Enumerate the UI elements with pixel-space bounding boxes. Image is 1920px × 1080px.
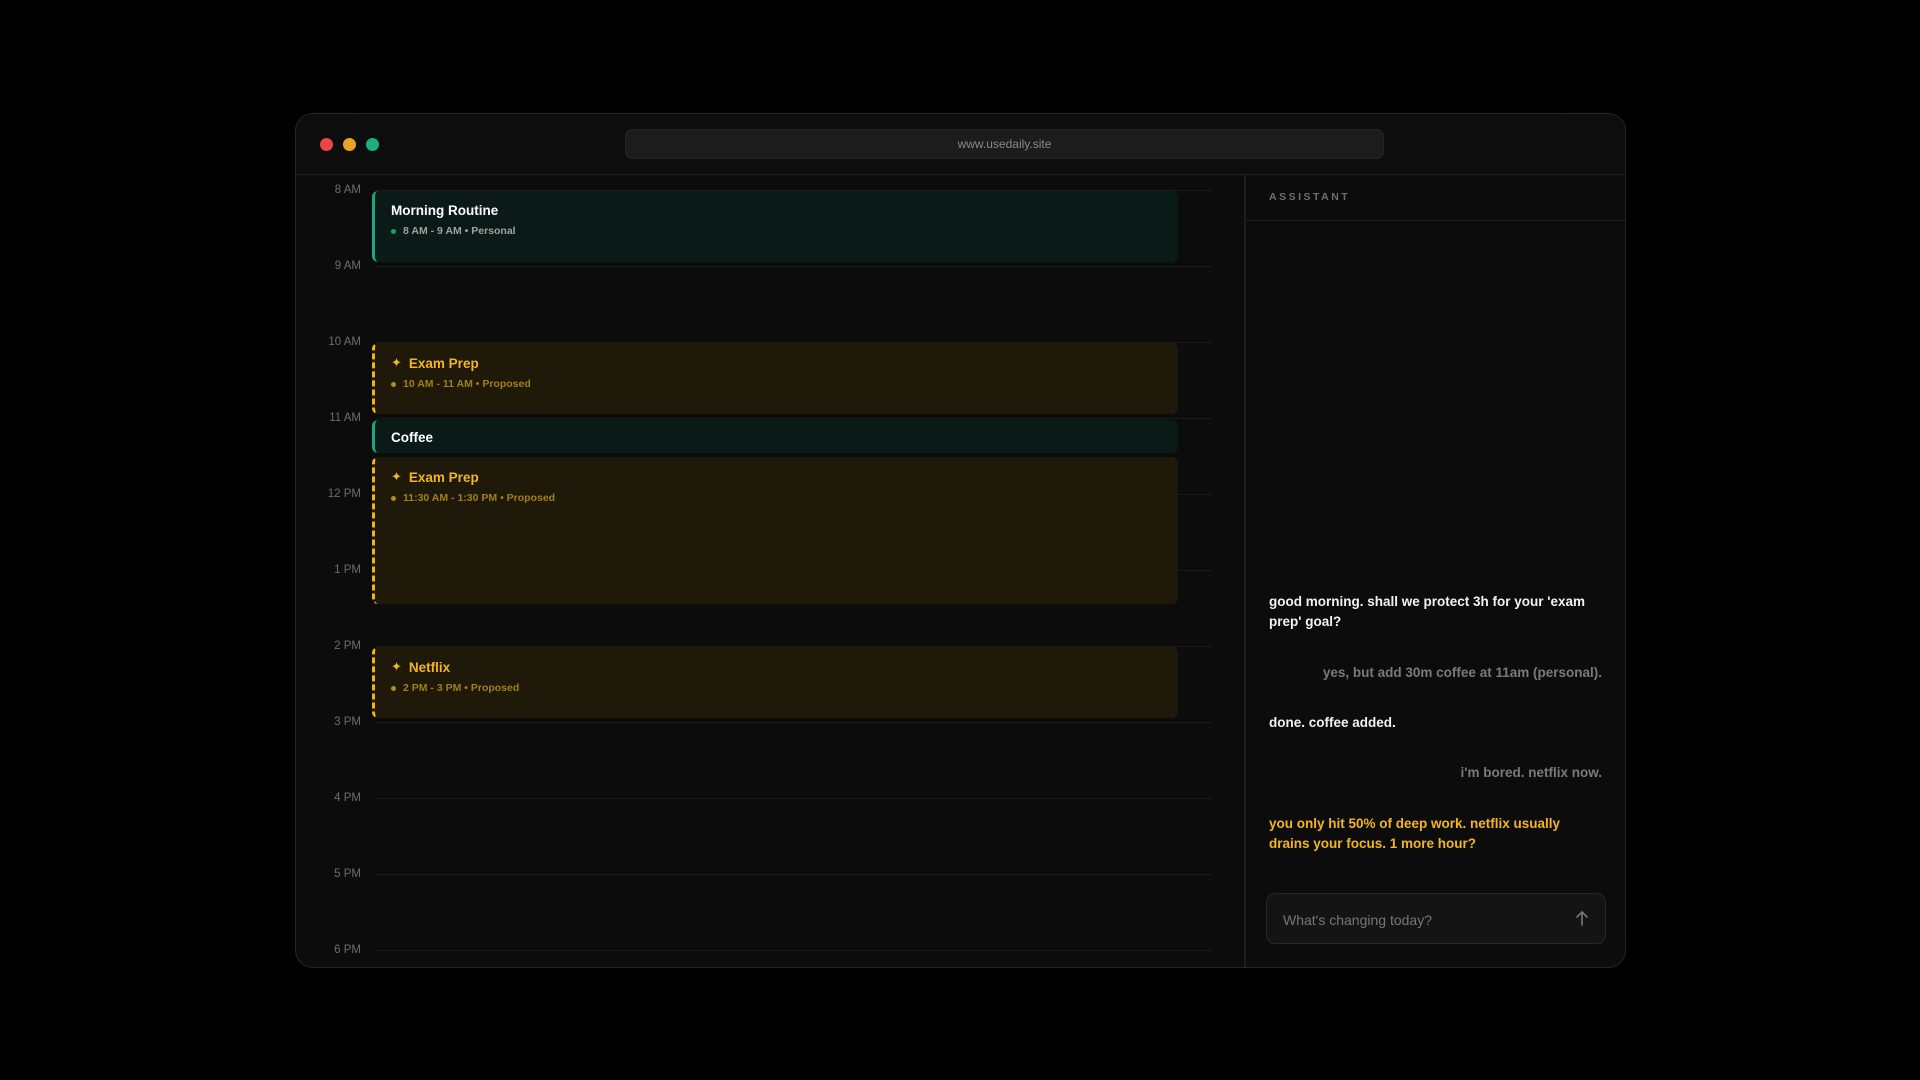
hour-label: 9 AM xyxy=(334,260,361,272)
hour-label: 10 AM xyxy=(328,336,361,348)
hour-row: 6 PM xyxy=(296,944,1244,967)
status-dot xyxy=(391,685,396,691)
hour-gridline xyxy=(376,874,1212,875)
event-netflix-proposed[interactable]: ✦ Netflix 2 PM - 3 PM • Proposed xyxy=(372,647,1178,718)
hour-label: 3 PM xyxy=(334,716,361,728)
minimize-window-button[interactable] xyxy=(343,138,356,151)
assistant-warning-message: you only hit 50% of deep work. netflix u… xyxy=(1269,816,1561,851)
hour-label: 2 PM xyxy=(334,640,361,652)
address-bar[interactable]: www.usedaily.site xyxy=(625,129,1384,159)
status-dot xyxy=(391,228,396,234)
event-time: 10 AM - 11 AM • Proposed xyxy=(403,378,531,390)
assistant-message: done. coffee added. xyxy=(1269,715,1396,730)
hour-label: 11 AM xyxy=(329,412,361,424)
event-title: Morning Routine xyxy=(391,203,499,218)
event-title: Exam Prep xyxy=(408,469,479,485)
hour-row: 4 PM xyxy=(296,792,1244,874)
status-dot xyxy=(391,495,396,501)
hour-label: 5 PM xyxy=(334,868,361,880)
sparkle-icon: ✦ xyxy=(391,659,402,674)
hour-gridline xyxy=(376,418,1212,419)
send-button[interactable] xyxy=(1571,907,1593,929)
hour-gridline xyxy=(376,266,1212,267)
event-title: Netflix xyxy=(408,659,451,675)
assistant-message: good morning. shall we protect 3h for yo… xyxy=(1269,594,1586,629)
chat-input-box xyxy=(1266,893,1606,945)
event-morning-routine[interactable]: Morning Routine 8 AM - 9 AM • Personal xyxy=(372,191,1178,262)
event-title-row: ✦ Exam Prep xyxy=(391,355,1162,371)
event-title-row: ✦ Netflix xyxy=(391,659,1162,675)
event-exam-prep-proposed[interactable]: ✦ Exam Prep 10 AM - 11 AM • Proposed xyxy=(372,343,1178,414)
hour-gridline xyxy=(376,798,1212,799)
hour-label: 6 PM xyxy=(334,944,361,956)
event-title-row: ✦ Exam Prep xyxy=(391,469,1162,485)
day-calendar: 8 AM 9 AM 10 AM 11 AM 12 PM 1 PM 2 PM 3 xyxy=(296,175,1244,967)
event-meta: 11:30 AM - 1:30 PM • Proposed xyxy=(391,492,1162,504)
user-message: yes, but add 30m coffee at 11am (persona… xyxy=(1322,665,1602,680)
hour-row: 5 PM xyxy=(296,868,1244,950)
hour-gridline xyxy=(376,950,1212,951)
status-dot xyxy=(391,381,396,387)
event-meta: 10 AM - 11 AM • Proposed xyxy=(391,378,1162,390)
hour-label: 4 PM xyxy=(334,792,361,804)
hour-gridline xyxy=(376,722,1212,723)
assistant-header: ASSISTANT xyxy=(1246,175,1625,221)
browser-window: www.usedaily.site 8 AM 9 AM 10 AM 11 AM … xyxy=(295,113,1626,968)
event-coffee[interactable]: Coffee xyxy=(372,420,1178,453)
chat-input[interactable] xyxy=(1281,894,1555,945)
event-meta: 8 AM - 9 AM • Personal xyxy=(391,225,1162,237)
hour-label: 12 PM xyxy=(327,488,361,500)
hour-label: 8 AM xyxy=(334,184,361,196)
sparkle-icon: ✦ xyxy=(391,469,402,484)
event-exam-prep-proposed[interactable]: ✦ Exam Prep 11:30 AM - 1:30 PM • Propose… xyxy=(372,457,1178,604)
event-title: Exam Prep xyxy=(408,355,479,371)
maximize-window-button[interactable] xyxy=(366,138,379,151)
browser-titlebar: www.usedaily.site xyxy=(296,114,1625,175)
sparkle-icon: ✦ xyxy=(391,355,402,370)
arrow-up-icon xyxy=(1576,911,1588,926)
assistant-title: ASSISTANT xyxy=(1269,191,1351,203)
hour-row: 3 PM xyxy=(296,716,1244,798)
event-title: Coffee xyxy=(391,430,434,445)
event-time: 11:30 AM - 1:30 PM • Proposed xyxy=(403,492,556,504)
user-message: i'm bored. netflix now. xyxy=(1460,765,1602,780)
close-window-button[interactable] xyxy=(320,138,333,151)
event-time: 8 AM - 9 AM • Personal xyxy=(403,225,516,237)
event-time: 2 PM - 3 PM • Proposed xyxy=(403,682,520,694)
event-meta: 2 PM - 3 PM • Proposed xyxy=(391,682,1162,694)
hour-row: 9 AM xyxy=(296,260,1244,342)
hour-label: 1 PM xyxy=(334,564,361,576)
assistant-panel: ASSISTANT good morning. shall we protect… xyxy=(1246,175,1625,967)
